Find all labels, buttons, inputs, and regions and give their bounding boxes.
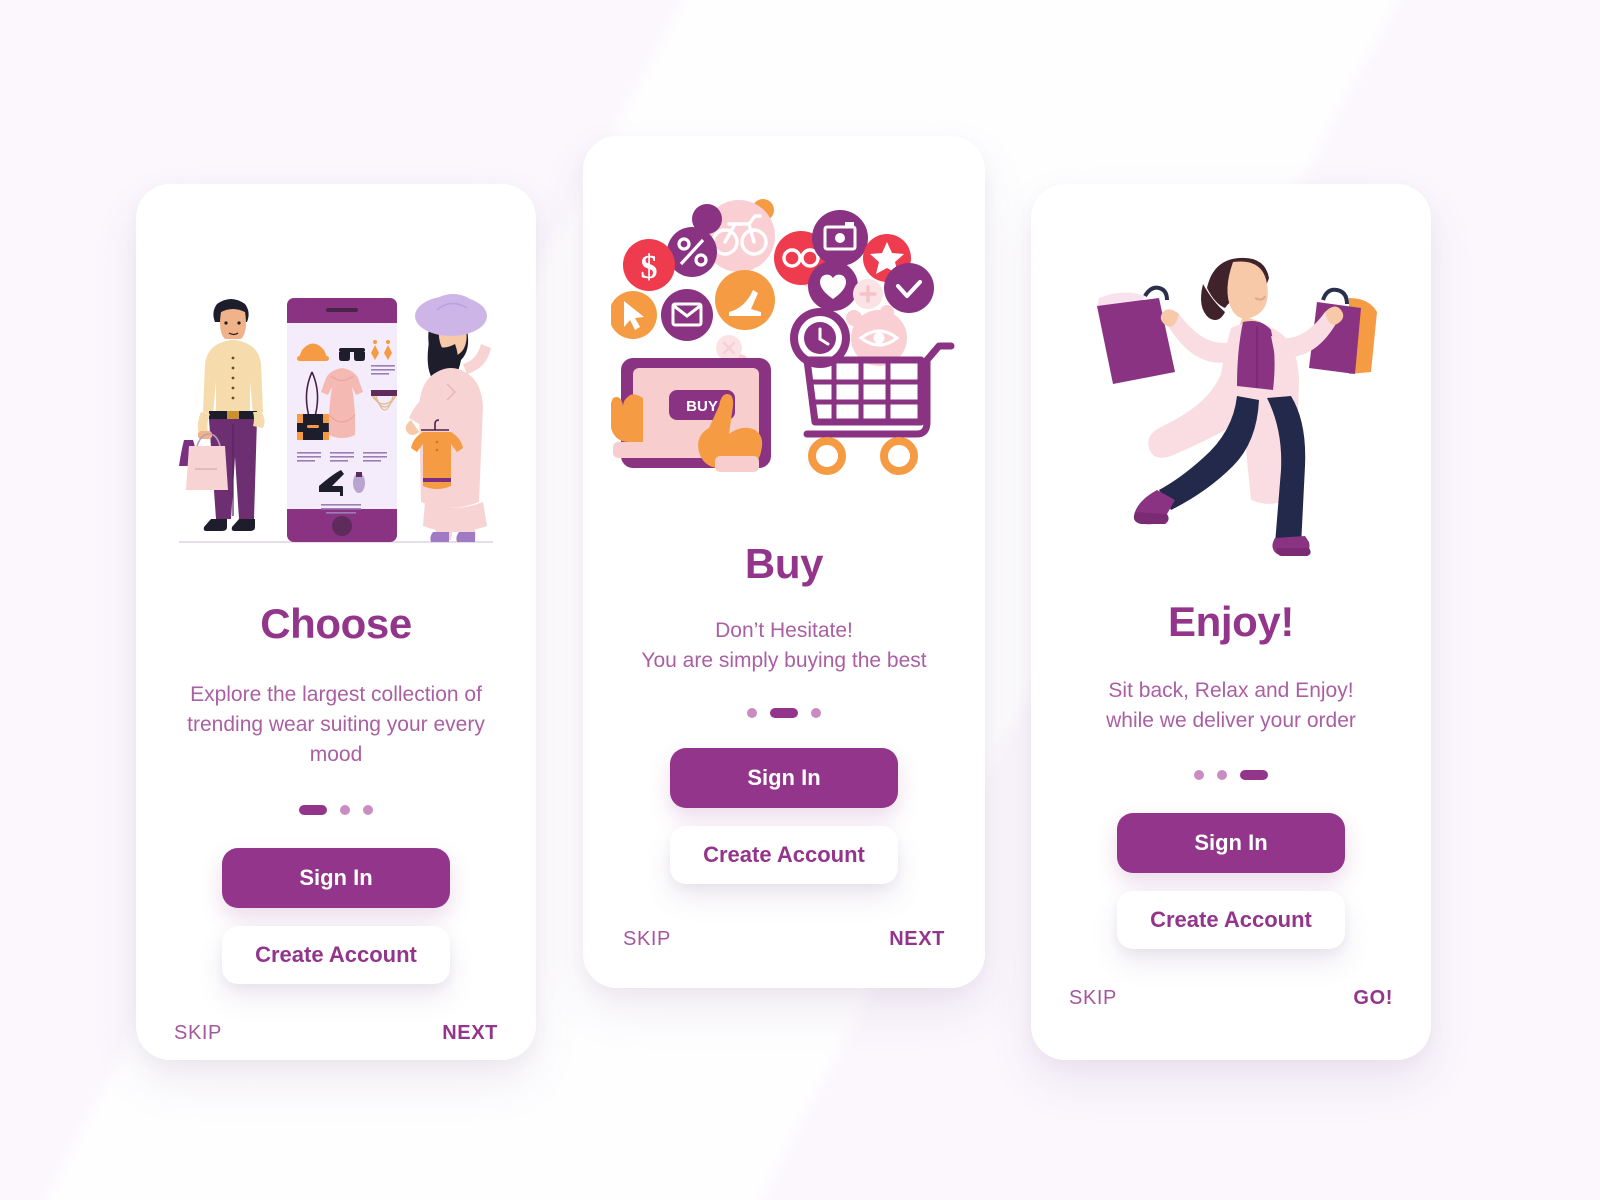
pagination-dots[interactable]	[747, 707, 821, 718]
skip-button[interactable]: SKIP	[174, 1022, 222, 1045]
next-button[interactable]: NEXT	[442, 1022, 498, 1045]
pagination-dots[interactable]	[1194, 769, 1268, 780]
tablet-buy-label: BUY	[686, 398, 718, 415]
card-footer: SKIP NEXT	[136, 1022, 536, 1045]
svg-text:$: $	[641, 249, 658, 286]
pagination-dot-2[interactable]	[1217, 769, 1227, 780]
pagination-dot-3[interactable]	[363, 805, 373, 816]
onboarding-screens-stage: Choose Explore the largest collection of…	[0, 0, 1600, 1200]
go-button[interactable]: GO!	[1353, 987, 1393, 1010]
sign-in-button[interactable]: Sign In	[1117, 812, 1345, 873]
create-account-button[interactable]: Create Account	[222, 926, 450, 985]
page-title: Buy	[744, 540, 824, 587]
sign-in-button[interactable]: Sign In	[222, 848, 450, 909]
woman-running-with-shopping-bags-illustration	[1031, 230, 1431, 560]
tablet-buy-cart-icons-illustration: $ BUY	[583, 180, 985, 480]
pagination-dot-3[interactable]	[1240, 769, 1268, 780]
subtitle-line-1: Sit back, Relax and Enjoy!	[1108, 679, 1354, 702]
onboarding-card-choose: Choose Explore the largest collection of…	[136, 184, 536, 1060]
sign-in-button[interactable]: Sign In	[670, 747, 898, 808]
create-account-button[interactable]: Create Account	[670, 825, 898, 884]
page-subtitle: Don’t Hesitate! You are simply buying th…	[609, 616, 959, 676]
pagination-dot-1[interactable]	[747, 707, 757, 718]
page-title: Choose	[260, 600, 412, 647]
onboarding-card-buy: $ BUY Buy Don’t Hesitate! You are simply…	[583, 136, 985, 988]
subtitle-line-1: Don’t Hesitate!	[715, 619, 853, 642]
skip-button[interactable]: SKIP	[623, 928, 671, 951]
pagination-dot-2[interactable]	[770, 707, 798, 718]
onboarding-card-enjoy: Enjoy! Sit back, Relax and Enjoy! while …	[1031, 184, 1431, 1060]
subtitle-line-2: while we deliver your order	[1106, 708, 1356, 732]
page-subtitle: Sit back, Relax and Enjoy! while we deli…	[1061, 676, 1401, 736]
skip-button[interactable]: SKIP	[1069, 987, 1117, 1010]
card-footer: SKIP NEXT	[583, 928, 985, 951]
pagination-dots[interactable]	[299, 805, 373, 816]
page-subtitle: Explore the largest collection of trendi…	[187, 683, 485, 766]
subtitle-line-2: You are simply buying the best	[641, 648, 927, 672]
pagination-dot-1[interactable]	[1194, 769, 1204, 780]
pagination-dot-3[interactable]	[811, 707, 821, 718]
next-button[interactable]: NEXT	[889, 928, 945, 951]
pagination-dot-1[interactable]	[299, 805, 327, 816]
pagination-dot-2[interactable]	[340, 805, 350, 816]
create-account-button[interactable]: Create Account	[1117, 890, 1345, 949]
shoppers-browsing-phone-illustration	[136, 250, 536, 550]
page-title: Enjoy!	[1168, 598, 1294, 645]
card-footer: SKIP GO!	[1031, 987, 1431, 1010]
